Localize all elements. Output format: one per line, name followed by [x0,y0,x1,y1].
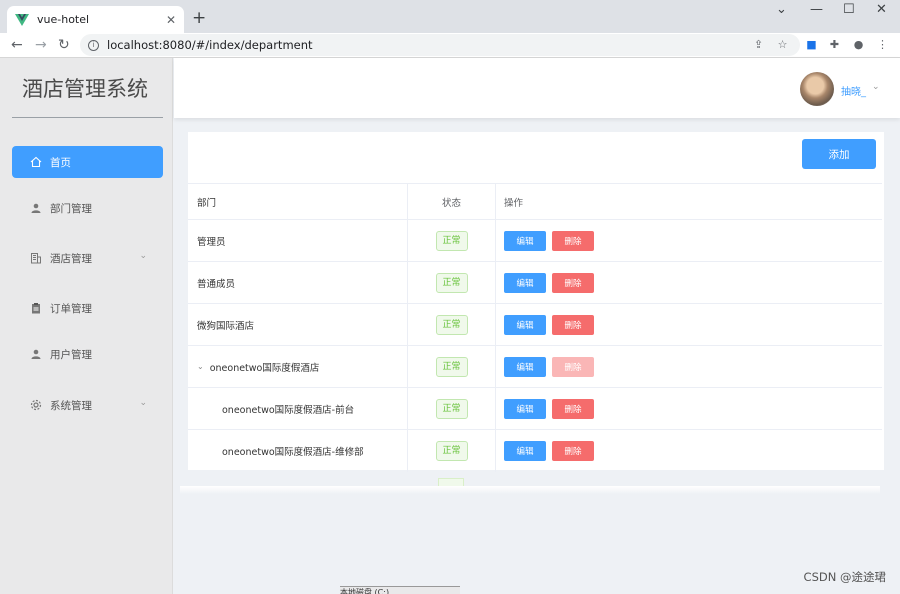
sidebar-item-label: 酒店管理 [50,252,92,265]
sidebar-item-system[interactable]: 系统管理 ⌄ [12,389,163,421]
sidebar-item-label: 首页 [50,156,71,169]
sidebar-item-label: 订单管理 [50,302,92,315]
maximize-button[interactable]: ☐ [843,2,855,17]
new-tab-button[interactable]: + [192,8,206,28]
user-icon [31,203,41,213]
status-badge: 正常 [435,230,468,251]
extensions-puzzle-icon[interactable]: ✚ [828,38,841,51]
tab-title: vue-hotel [37,13,90,26]
extension-app-icon[interactable]: ■ [805,38,818,51]
taskbar-fragment: 本地磁盘 (C:) [340,586,460,594]
table-row: ⌄ oneonetwo国际度假酒店 正常 编辑 删除 [188,346,882,388]
close-window-button[interactable]: ✕ [876,2,887,17]
table-row: oneonetwo国际度假酒店-前台 正常 编辑 删除 [188,388,882,430]
status-badge: 正常 [435,398,468,419]
table-row: oneonetwo国际度假酒店-维修部 正常 编辑 删除 [188,430,882,472]
overflow-row-fragment [438,478,464,486]
status-badge: 正常 [435,314,468,335]
back-icon[interactable]: ← [11,36,23,54]
menu-kebab-icon[interactable]: ⋮ [876,38,889,51]
table-row: 普通成员 正常 编辑 删除 [188,262,882,304]
status-badge: 正常 [435,272,468,293]
home-icon [30,156,42,168]
edit-button[interactable]: 编辑 [504,314,546,335]
edit-button[interactable]: 编辑 [504,356,546,377]
table-header-row: 部门 状态 操作 [188,184,882,220]
app-brand-title: 酒店管理系统 [12,74,163,118]
sidebar-item-home[interactable]: 首页 [12,146,163,178]
browser-tab[interactable]: vue-hotel ✕ [7,6,184,33]
username-label[interactable]: 抽晓_ [841,83,866,98]
profile-icon[interactable]: ● [852,38,865,51]
share-icon[interactable]: ⇪ [752,38,765,51]
user-icon [31,349,41,359]
sidebar-item-label: 系统管理 [50,399,92,412]
status-badge: 正常 [435,356,468,377]
column-header-actions: 操作 [504,197,524,209]
sidebar-item-hotel[interactable]: 酒店管理 ⌄ [12,242,163,274]
watermark: CSDN @途途珺 [803,570,886,584]
sidebar-item-orders[interactable]: 订单管理 [12,292,163,324]
bookmark-star-icon[interactable]: ☆ [776,38,789,51]
minimize-button[interactable]: — [810,2,823,17]
clipboard-icon [32,303,40,314]
department-card: 添加 部门 状态 操作 管理员 正常 编辑 删除 普通成员 正常 编辑 删除 微… [188,132,884,472]
table-row: 管理员 正常 编辑 删除 [188,220,882,262]
chevron-down-icon: ⌄ [139,251,147,261]
chevron-down-icon[interactable]: ⌄ [872,82,880,92]
expand-chevron-icon[interactable]: ⌄ [197,362,204,371]
tab-close-icon[interactable]: ✕ [166,13,176,27]
address-bar[interactable]: i localhost:8080/#/index/department [80,34,800,56]
sidebar-item-label: 用户管理 [50,348,92,361]
tab-strip: vue-hotel ✕ + ⌄ — ☐ ✕ [0,0,900,33]
top-header: 抽晓_ ⌄ [174,58,900,118]
edit-button[interactable]: 编辑 [504,230,546,251]
url-text: localhost:8080/#/index/department [107,38,313,52]
delete-button[interactable]: 删除 [552,441,594,461]
column-header-department: 部门 [188,184,408,219]
delete-button-disabled: 删除 [552,356,594,377]
sidebar-item-users[interactable]: 用户管理 [12,338,163,370]
app-root: 酒店管理系统 首页 部门管理 酒店管理 ⌄ 订单管理 用户管理 系统管理 ⌄ 抽… [0,58,900,594]
department-name: 微狗国际酒店 [188,304,408,345]
department-name: oneonetwo国际度假酒店-前台 [188,388,408,429]
column-header-status: 状态 [408,184,496,219]
browser-toolbar: ← → ↻ i localhost:8080/#/index/departmen… [0,33,900,58]
sidebar: 酒店管理系统 首页 部门管理 酒店管理 ⌄ 订单管理 用户管理 系统管理 ⌄ [0,58,173,594]
vue-logo-icon [15,13,29,26]
sidebar-item-label: 部门管理 [50,202,92,215]
department-name: oneonetwo国际度假酒店 [209,362,320,374]
edit-button[interactable]: 编辑 [504,398,546,419]
edit-button[interactable]: 编辑 [504,441,546,461]
edit-button[interactable]: 编辑 [504,272,546,293]
delete-button[interactable]: 删除 [552,230,594,251]
sidebar-item-department[interactable]: 部门管理 [12,192,163,224]
department-name: 管理员 [188,220,408,261]
reload-icon[interactable]: ↻ [58,36,70,54]
department-table: 部门 状态 操作 管理员 正常 编辑 删除 普通成员 正常 编辑 删除 微狗国际… [188,183,882,472]
gear-icon [30,399,42,411]
department-name: oneonetwo国际度假酒店-维修部 [188,430,408,472]
table-row: 微狗国际酒店 正常 编辑 删除 [188,304,882,346]
building-icon [31,253,41,264]
delete-button[interactable]: 删除 [552,398,594,419]
tab-search-icon[interactable]: ⌄ [776,2,787,17]
status-badge: 正常 [435,441,468,461]
department-name: 普通成员 [188,262,408,303]
delete-button[interactable]: 删除 [552,272,594,293]
forward-icon[interactable]: → [35,36,47,54]
department-name-cell: ⌄ oneonetwo国际度假酒店 [188,346,408,387]
delete-button[interactable]: 删除 [552,314,594,335]
add-button[interactable]: 添加 [802,139,876,169]
chevron-down-icon: ⌄ [139,398,147,408]
avatar[interactable] [800,72,834,106]
browser-chrome: vue-hotel ✕ + ⌄ — ☐ ✕ ← → ↻ i localhost:… [0,0,900,58]
overflow-fade [180,486,880,494]
info-icon[interactable]: i [88,39,99,51]
